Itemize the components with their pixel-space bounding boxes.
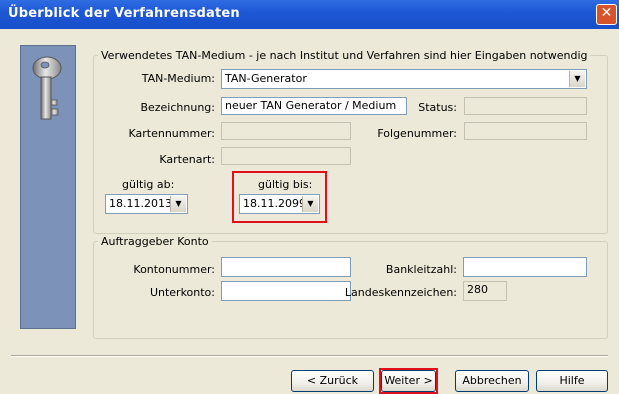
next-button-highlight — [379, 368, 438, 394]
auftraggeber-group-legend: Auftraggeber Konto — [98, 235, 212, 248]
kartennummer-field[interactable] — [221, 122, 351, 140]
chevron-down-icon[interactable]: ▼ — [170, 196, 186, 212]
bankleitzahl-field[interactable] — [463, 257, 587, 277]
kartenart-field[interactable] — [221, 147, 351, 165]
tan-medium-group-legend: Verwendetes TAN-Medium - je nach Institu… — [98, 49, 591, 62]
tan-medium-select[interactable]: TAN-Generator ▼ — [221, 69, 587, 89]
unterkonto-field[interactable] — [221, 281, 351, 301]
landeskennzeichen-label: Landeskennzeichen: — [344, 286, 457, 299]
bezeichnung-field[interactable]: neuer TAN Generator / Medium — [221, 97, 407, 115]
gueltig-bis-select[interactable]: 18.11.2099 ▼ — [239, 194, 320, 214]
gueltig-ab-label: gültig ab: — [122, 178, 175, 191]
kontonummer-label: Kontonummer: — [133, 263, 215, 276]
title-bar: Überblick der Verfahrensdaten ✕ — [0, 0, 619, 29]
tan-medium-value: TAN-Generator — [225, 72, 307, 85]
status-label: Status: — [418, 101, 457, 114]
kontonummer-field[interactable] — [221, 257, 351, 277]
tan-medium-label: TAN-Medium: — [141, 72, 215, 85]
help-button[interactable]: Hilfe — [536, 370, 608, 392]
landeskennzeichen-field[interactable]: 280 — [463, 281, 507, 301]
chevron-down-icon[interactable]: ▼ — [302, 196, 318, 212]
kartennummer-label: Kartennummer: — [128, 127, 215, 140]
folgenummer-label: Folgenummer: — [377, 127, 457, 140]
gueltig-ab-select[interactable]: 18.11.2013 ▼ — [105, 194, 188, 214]
window-title: Überblick der Verfahrensdaten — [8, 6, 240, 21]
gueltig-ab-value: 18.11.2013 — [109, 197, 172, 210]
bankleitzahl-label: Bankleitzahl: — [385, 263, 457, 276]
close-icon[interactable]: ✕ — [596, 4, 617, 25]
folgenummer-field[interactable] — [464, 122, 587, 140]
button-separator — [11, 355, 608, 357]
status-field[interactable] — [464, 97, 587, 115]
key-panel — [20, 45, 76, 329]
chevron-down-icon[interactable]: ▼ — [569, 71, 585, 87]
cancel-button[interactable]: Abbrechen — [455, 370, 529, 392]
dialog-body: Verwendetes TAN-Medium - je nach Institu… — [1, 29, 618, 394]
back-button[interactable]: < Zurück — [291, 370, 374, 392]
key-icon — [32, 56, 62, 120]
gueltig-bis-value: 18.11.2099 — [243, 197, 306, 210]
unterkonto-label: Unterkonto: — [149, 286, 215, 299]
kartenart-label: Kartenart: — [159, 153, 215, 166]
gueltig-bis-label: gültig bis: — [258, 178, 313, 191]
bezeichnung-label: Bezeichnung: — [140, 101, 215, 114]
